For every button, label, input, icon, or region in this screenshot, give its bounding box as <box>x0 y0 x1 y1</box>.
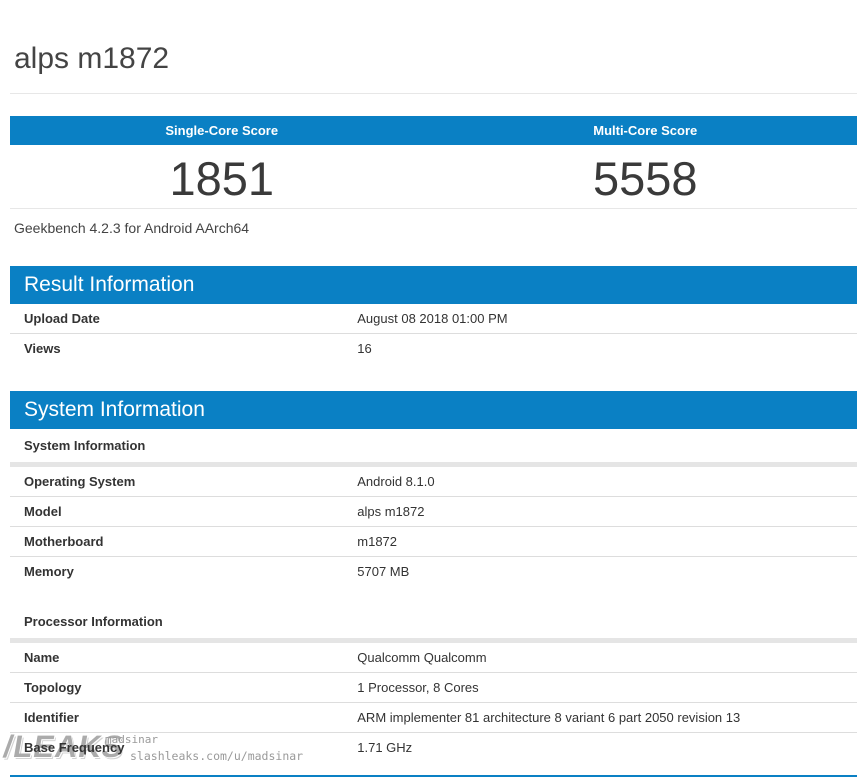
row-value: Qualcomm Qualcomm <box>357 650 857 665</box>
page-title: alps m1872 <box>14 0 853 93</box>
system-information-subheader: System Information <box>10 429 857 467</box>
row-label: Identifier <box>10 710 357 725</box>
multi-core-score-header: Multi-Core Score <box>434 123 858 138</box>
result-information-header: Result Information <box>10 266 857 304</box>
row-label: Model <box>10 504 357 519</box>
system-information-header: System Information <box>10 391 857 429</box>
benchmark-result-page: alps m1872 Single-Core Score Multi-Core … <box>10 0 857 777</box>
table-row: Model alps m1872 <box>10 497 857 527</box>
title-divider <box>10 93 857 94</box>
row-value: 1 Processor, 8 Cores <box>357 680 857 695</box>
score-values-row: 1851 5558 <box>10 145 857 208</box>
processor-information-table: Name Qualcomm Qualcomm Topology 1 Proces… <box>10 643 857 762</box>
row-value: m1872 <box>357 534 857 549</box>
table-row: Identifier ARM implementer 81 architectu… <box>10 703 857 733</box>
score-header-bar: Single-Core Score Multi-Core Score <box>10 116 857 145</box>
table-row: Upload Date August 08 2018 01:00 PM <box>10 304 857 334</box>
row-value: alps m1872 <box>357 504 857 519</box>
row-label: Motherboard <box>10 534 357 549</box>
row-value: 1.71 GHz <box>357 740 857 755</box>
row-value: ARM implementer 81 architecture 8 varian… <box>357 710 857 725</box>
table-row: Name Qualcomm Qualcomm <box>10 643 857 673</box>
single-core-score-value: 1851 <box>10 155 434 203</box>
row-value: August 08 2018 01:00 PM <box>357 311 857 326</box>
table-row: Memory 5707 MB <box>10 557 857 586</box>
table-row: Topology 1 Processor, 8 Cores <box>10 673 857 703</box>
table-row: Views 16 <box>10 334 857 363</box>
processor-information-subheader: Processor Information <box>10 605 857 643</box>
table-row: Motherboard m1872 <box>10 527 857 557</box>
score-banner: Single-Core Score Multi-Core Score 1851 … <box>10 116 857 248</box>
row-label: Topology <box>10 680 357 695</box>
row-value: 5707 MB <box>357 564 857 579</box>
row-label: Memory <box>10 564 357 579</box>
table-row: Base Frequency 1.71 GHz <box>10 733 857 762</box>
benchmark-version-caption: Geekbench 4.2.3 for Android AArch64 <box>10 209 857 248</box>
row-label: Name <box>10 650 357 665</box>
row-label: Operating System <box>10 474 357 489</box>
table-row: Operating System Android 8.1.0 <box>10 467 857 497</box>
row-value: 16 <box>357 341 857 356</box>
row-label: Views <box>10 341 357 356</box>
row-value: Android 8.1.0 <box>357 474 857 489</box>
system-information-table: Operating System Android 8.1.0 Model alp… <box>10 467 857 586</box>
result-information-table: Upload Date August 08 2018 01:00 PM View… <box>10 304 857 363</box>
single-core-score-header: Single-Core Score <box>10 123 434 138</box>
row-label: Base Frequency <box>10 740 357 755</box>
multi-core-score-value: 5558 <box>434 155 858 203</box>
row-label: Upload Date <box>10 311 357 326</box>
